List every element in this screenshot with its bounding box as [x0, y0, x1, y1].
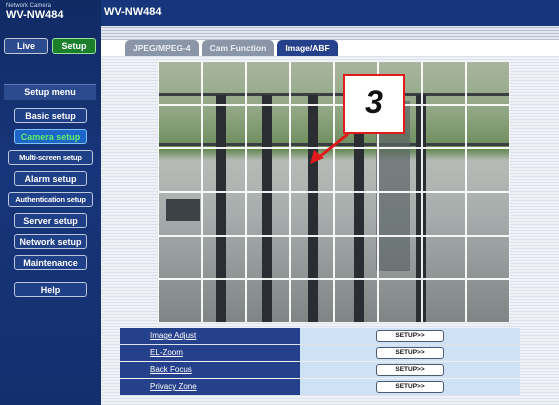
grid-cell[interactable] [422, 279, 466, 323]
settings-row: EL-Zoom SETUP>> [120, 345, 520, 361]
sidebar: Network Camera WV-NW484 Live Setup Setup… [0, 0, 101, 405]
grid-cell[interactable] [246, 192, 290, 236]
grid-cell[interactable] [158, 61, 202, 105]
grid-cell[interactable] [290, 192, 334, 236]
grid-cell[interactable] [290, 61, 334, 105]
grid-cell[interactable] [466, 61, 510, 105]
grid-cell[interactable] [290, 235, 334, 280]
grid-cell[interactable] [466, 148, 510, 192]
menu-network-setup[interactable]: Network setup [14, 234, 87, 249]
tab-image-abf[interactable]: Image/ABF [277, 40, 338, 56]
grid-cell[interactable] [202, 235, 246, 280]
tab-jpeg-mpeg4[interactable]: JPEG/MPEG-4 [125, 40, 199, 56]
grid-cell[interactable] [334, 235, 378, 280]
grid-cell[interactable] [246, 148, 290, 192]
setup-button[interactable]: Setup [52, 38, 96, 54]
menu-authentication-setup[interactable]: Authentication setup [8, 192, 93, 207]
grid-cell[interactable] [246, 235, 290, 280]
grid-cell[interactable] [158, 192, 202, 236]
grid-cell[interactable] [466, 104, 510, 149]
grid-cell[interactable] [246, 61, 290, 105]
grid-cell[interactable] [246, 279, 290, 323]
menu-multi-screen-setup[interactable]: Multi-screen setup [8, 150, 93, 165]
grid-cell[interactable] [202, 279, 246, 323]
settings-row: Image Adjust SETUP>> [120, 328, 520, 344]
image-adjust-setup-button[interactable]: SETUP>> [376, 330, 444, 342]
grid-cell[interactable] [246, 104, 290, 149]
grid-cell[interactable] [466, 192, 510, 236]
grid-cell[interactable] [290, 279, 334, 323]
grid-cell[interactable] [334, 192, 378, 236]
grid-cell[interactable] [378, 148, 422, 192]
grid-cell[interactable] [334, 279, 378, 323]
help-button[interactable]: Help [14, 282, 87, 297]
grid-cell[interactable] [378, 192, 422, 236]
back-focus-setup-button[interactable]: SETUP>> [376, 364, 444, 376]
grid-cell[interactable] [158, 279, 202, 323]
grid-cell[interactable] [202, 61, 246, 105]
grid-cell[interactable] [158, 148, 202, 192]
el-zoom-link[interactable]: EL-Zoom [120, 345, 300, 361]
header: WV-NW484 [101, 0, 559, 26]
header-stripe [101, 26, 559, 40]
grid-cell[interactable] [158, 104, 202, 149]
focus-area-grid[interactable] [158, 61, 510, 323]
privacy-zone-setup-button[interactable]: SETUP>> [376, 381, 444, 393]
grid-cell[interactable] [378, 279, 422, 323]
settings-row: Back Focus SETUP>> [120, 362, 520, 378]
back-focus-link[interactable]: Back Focus [120, 362, 300, 378]
page-title: WV-NW484 [104, 6, 162, 18]
grid-cell[interactable] [422, 104, 466, 149]
callout-number: 3 [365, 84, 383, 120]
grid-cell[interactable] [158, 235, 202, 280]
menu-server-setup[interactable]: Server setup [14, 213, 87, 228]
live-button[interactable]: Live [4, 38, 48, 54]
settings-table: Image Adjust SETUP>> EL-Zoom SETUP>> Bac… [120, 328, 520, 396]
grid-cell[interactable] [202, 192, 246, 236]
el-zoom-setup-button[interactable]: SETUP>> [376, 347, 444, 359]
grid-cell[interactable] [466, 279, 510, 323]
grid-cell[interactable] [422, 192, 466, 236]
brand-model: WV-NW484 [6, 9, 64, 21]
grid-cell[interactable] [202, 104, 246, 149]
grid-cell[interactable] [466, 235, 510, 280]
grid-cell[interactable] [378, 235, 422, 280]
callout-box: 3 [343, 74, 405, 134]
menu-maintenance[interactable]: Maintenance [14, 255, 87, 270]
tab-cam-function[interactable]: Cam Function [201, 40, 275, 56]
menu-basic-setup[interactable]: Basic setup [14, 108, 87, 123]
privacy-zone-link[interactable]: Privacy Zone [120, 379, 300, 395]
tab-bar: JPEG/MPEG-4 Cam Function Image/ABF [125, 40, 338, 56]
grid-cell[interactable] [422, 61, 466, 105]
menu-alarm-setup[interactable]: Alarm setup [14, 171, 87, 186]
grid-cell[interactable] [202, 148, 246, 192]
image-adjust-link[interactable]: Image Adjust [120, 328, 300, 344]
grid-cell[interactable] [422, 235, 466, 280]
setup-menu-title: Setup menu [4, 84, 96, 100]
grid-cell[interactable] [422, 148, 466, 192]
setup-menu: Basic setup Camera setup Multi-screen se… [0, 108, 101, 303]
mode-switch: Live Setup [4, 38, 96, 54]
menu-camera-setup[interactable]: Camera setup [14, 129, 87, 144]
settings-row: Privacy Zone SETUP>> [120, 379, 520, 395]
